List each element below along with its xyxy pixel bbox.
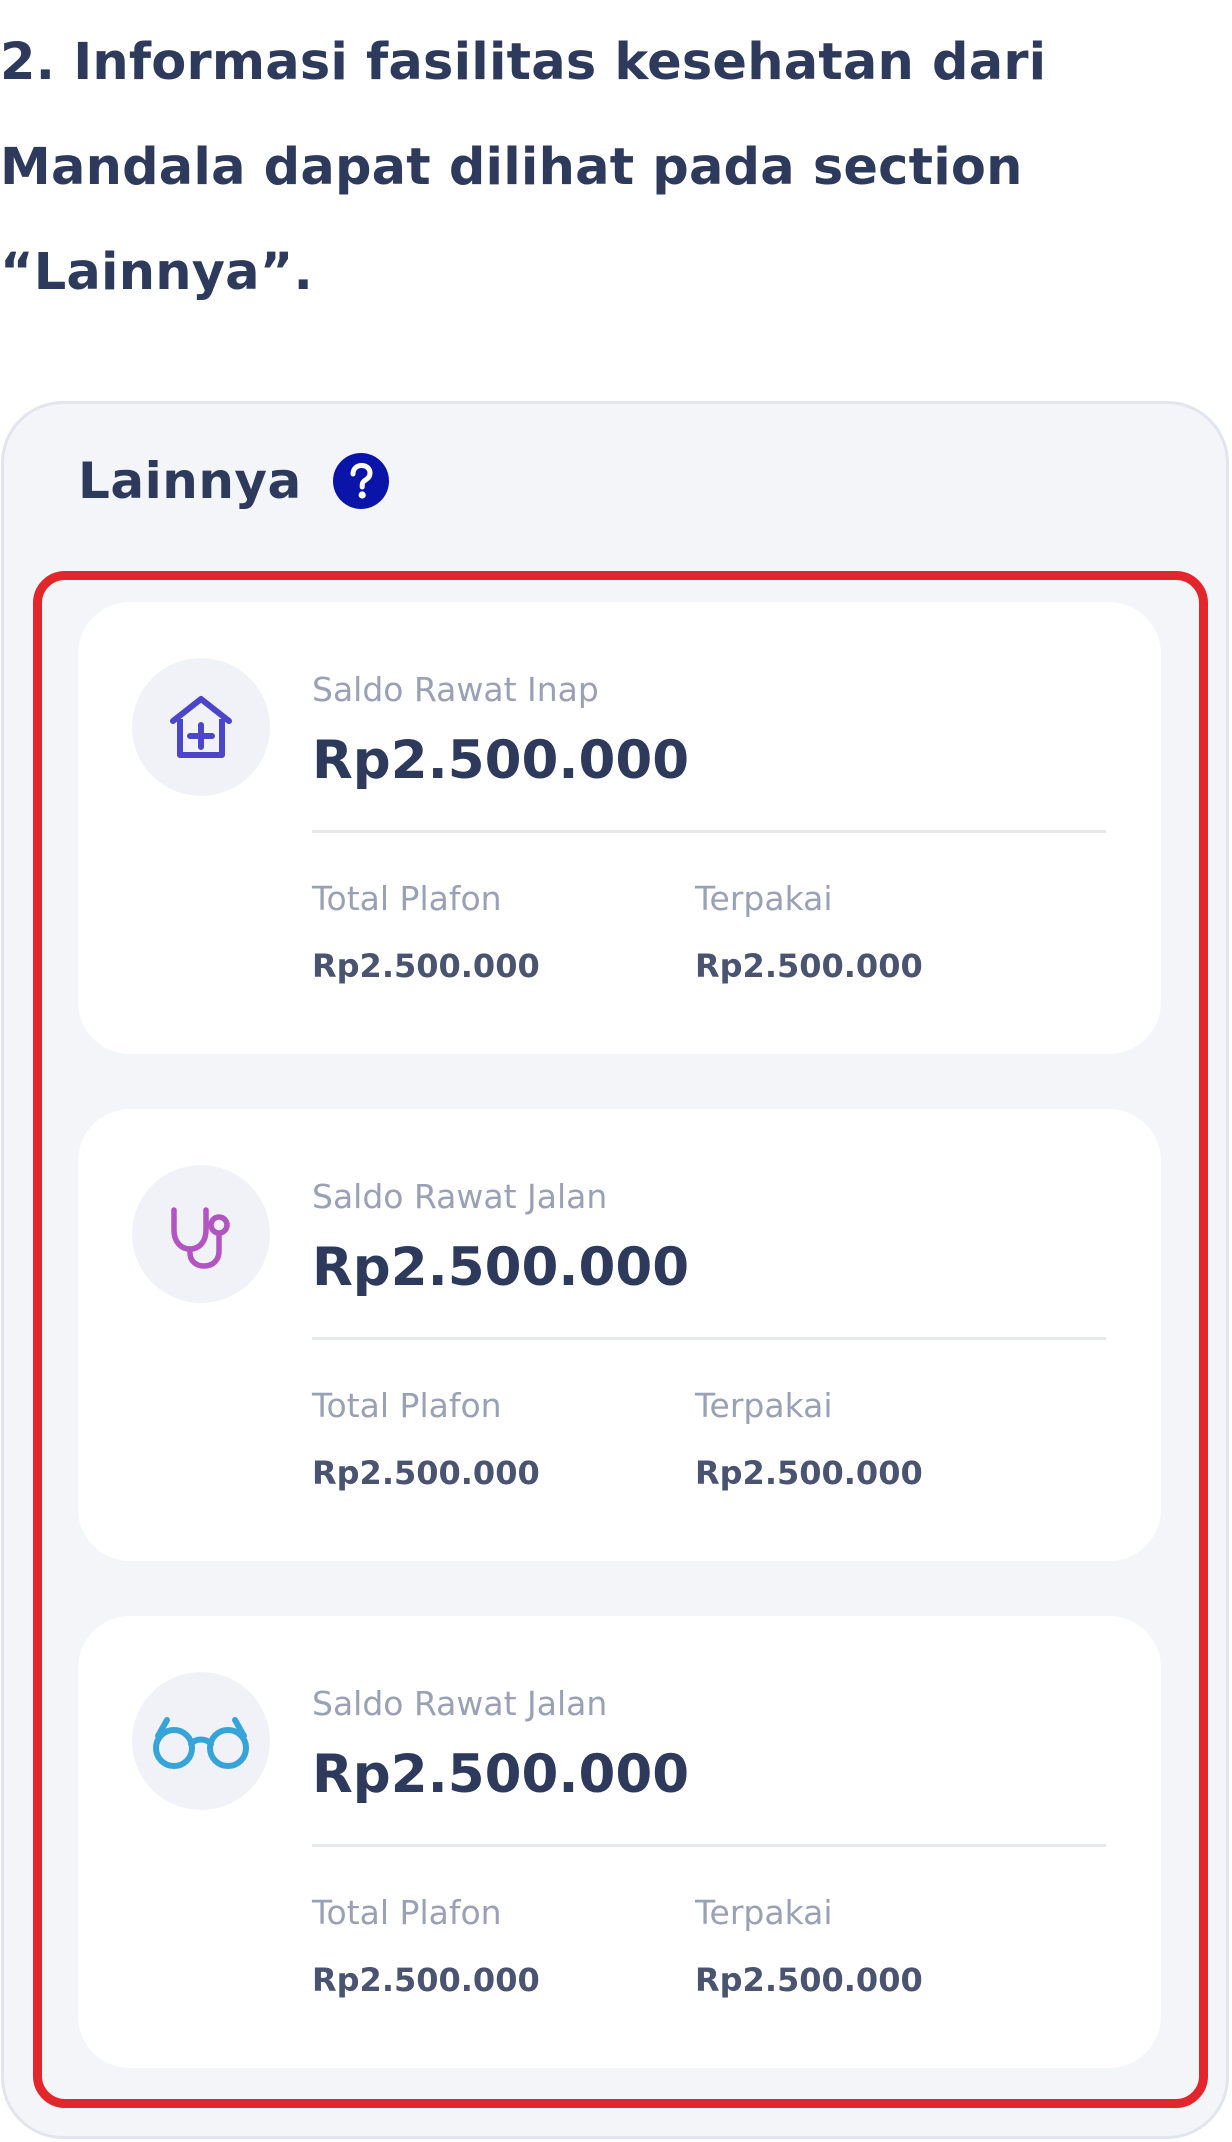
lainnya-section: Lainnya Saldo Rawat Inap Rp2.500.000 Tot… [1, 401, 1229, 2139]
terpakai-value: Rp2.500.000 [695, 1961, 923, 1999]
glasses-icon [132, 1672, 270, 1810]
total-plafon-value: Rp2.500.000 [312, 947, 540, 985]
section-title: Lainnya [78, 452, 302, 510]
stethoscope-icon [132, 1165, 270, 1303]
terpakai-label: Terpakai [695, 1386, 833, 1425]
balance-label: Saldo Rawat Jalan [312, 1177, 608, 1216]
total-plafon-label: Total Plafon [312, 879, 502, 918]
terpakai-label: Terpakai [695, 879, 833, 918]
balance-card-rawat-inap[interactable]: Saldo Rawat Inap Rp2.500.000 Total Plafo… [78, 602, 1161, 1054]
balance-card-kacamata[interactable]: Saldo Rawat Jalan Rp2.500.000 Total Plaf… [78, 1616, 1161, 2068]
total-plafon-value: Rp2.500.000 [312, 1454, 540, 1492]
balance-value: Rp2.500.000 [312, 730, 690, 791]
card-divider [312, 830, 1106, 833]
section-header: Lainnya [78, 452, 390, 510]
total-plafon-label: Total Plafon [312, 1893, 502, 1932]
balance-card-list: Saldo Rawat Inap Rp2.500.000 Total Plafo… [78, 602, 1161, 2068]
terpakai-label: Terpakai [695, 1893, 833, 1932]
hospital-icon [132, 658, 270, 796]
balance-value: Rp2.500.000 [312, 1744, 690, 1805]
balance-label: Saldo Rawat Inap [312, 670, 599, 709]
total-plafon-value: Rp2.500.000 [312, 1961, 540, 1999]
balance-value: Rp2.500.000 [312, 1237, 690, 1298]
terpakai-value: Rp2.500.000 [695, 1454, 923, 1492]
card-divider [312, 1844, 1106, 1847]
balance-label: Saldo Rawat Jalan [312, 1684, 608, 1723]
card-divider [312, 1337, 1106, 1340]
terpakai-value: Rp2.500.000 [695, 947, 923, 985]
instruction-text: 2. Informasi fasilitas kesehatan dari Ma… [0, 33, 1047, 302]
balance-card-rawat-jalan[interactable]: Saldo Rawat Jalan Rp2.500.000 Total Plaf… [78, 1109, 1161, 1561]
question-circle-icon[interactable] [332, 452, 390, 510]
total-plafon-label: Total Plafon [312, 1386, 502, 1425]
